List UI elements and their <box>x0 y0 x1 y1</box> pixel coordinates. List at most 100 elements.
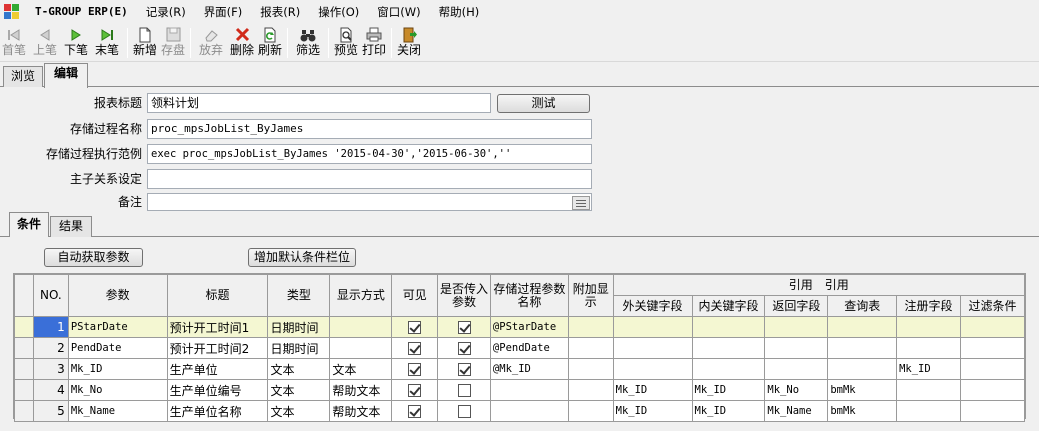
cell-visible[interactable] <box>391 358 439 380</box>
row-indicator[interactable] <box>14 316 34 338</box>
cell-inner-key[interactable] <box>691 337 766 359</box>
col-param-header[interactable]: 参数 <box>67 274 168 317</box>
menu-help[interactable]: 帮助(H) <box>430 1 489 23</box>
cell-display[interactable]: 帮助文本 <box>329 400 393 422</box>
cell-pass-param[interactable] <box>437 337 491 359</box>
menu-record[interactable]: 记录(R) <box>137 1 195 23</box>
cell-return-field[interactable]: Mk_Name <box>764 400 829 422</box>
tab-results[interactable]: 结果 <box>50 216 92 237</box>
cell-visible[interactable] <box>391 337 439 359</box>
new-button[interactable]: 新增 <box>131 24 159 62</box>
visible-checkbox[interactable] <box>408 405 422 418</box>
col-inner-key-header[interactable]: 内关键字段 <box>691 295 766 317</box>
visible-checkbox[interactable] <box>408 342 422 355</box>
col-foreign-key-header[interactable]: 外关键字段 <box>612 295 693 317</box>
col-query-table-header[interactable]: 查询表 <box>827 295 898 317</box>
tab-conditions[interactable]: 条件 <box>9 212 49 237</box>
menu-operation[interactable]: 操作(O) <box>309 1 368 23</box>
delete-button[interactable]: 删除 <box>228 24 256 62</box>
auto-get-params-button[interactable]: 自动获取参数 <box>44 248 143 267</box>
cell-return-field[interactable] <box>764 316 829 338</box>
cell-visible[interactable] <box>391 379 439 401</box>
cell-proc-param[interactable] <box>489 400 569 422</box>
menu-app[interactable]: T-GROUP ERP(E) <box>26 1 137 23</box>
cell-proc-param[interactable]: @Mk_ID <box>489 358 569 380</box>
cell-foreign-key[interactable]: Mk_ID <box>612 400 693 422</box>
cell-foreign-key[interactable] <box>612 358 693 380</box>
col-return-field-header[interactable]: 返回字段 <box>764 295 829 317</box>
cell-proc-param[interactable] <box>489 379 569 401</box>
cell-extra-display[interactable] <box>567 379 614 401</box>
cell-visible[interactable] <box>391 316 439 338</box>
cell-type[interactable]: 文本 <box>267 358 331 380</box>
cell-return-field[interactable]: Mk_No <box>764 379 829 401</box>
cell-extra-display[interactable] <box>567 316 614 338</box>
test-button[interactable]: 测试 <box>497 94 590 113</box>
cell-return-field[interactable] <box>764 358 829 380</box>
cell-register-field[interactable] <box>896 337 961 359</box>
col-type-header[interactable]: 类型 <box>267 274 331 317</box>
pass-param-checkbox[interactable] <box>457 342 471 355</box>
cell-title[interactable]: 生产单位编号 <box>166 379 269 401</box>
cell-param[interactable]: Mk_ID <box>67 358 168 380</box>
add-default-condition-button[interactable]: 增加默认条件栏位 <box>248 248 356 267</box>
table-row[interactable]: 5 Mk_Name 生产单位名称 文本 帮助文本 Mk_ID Mk_ID Mk_Name bmM… <box>14 400 1026 422</box>
cell-proc-param[interactable]: @PendDate <box>489 337 569 359</box>
table-row[interactable]: 1 PStarDate 预计开工时间1 日期时间 @PStarDate <box>14 316 1026 338</box>
row-indicator[interactable] <box>14 400 34 422</box>
proc-name-input[interactable]: proc_mpsJobList_ByJames <box>147 119 592 139</box>
menu-window[interactable]: 窗口(W) <box>368 1 429 23</box>
cell-return-field[interactable] <box>764 337 829 359</box>
cell-pass-param[interactable] <box>437 316 491 338</box>
cell-type[interactable]: 文本 <box>267 400 331 422</box>
cell-pass-param[interactable] <box>437 400 491 422</box>
cell-extra-display[interactable] <box>567 400 614 422</box>
master-detail-input[interactable] <box>147 169 592 189</box>
cell-inner-key[interactable]: Mk_ID <box>691 379 766 401</box>
cell-filter[interactable] <box>959 337 1026 359</box>
filter-button[interactable]: 筛选 <box>291 24 325 62</box>
cell-param[interactable]: PendDate <box>67 337 168 359</box>
remark-input[interactable] <box>147 193 592 211</box>
cell-type[interactable]: 文本 <box>267 379 331 401</box>
refresh-button[interactable]: 刷新 <box>256 24 284 62</box>
col-no-header[interactable]: NO. <box>32 274 69 317</box>
report-title-input[interactable]: 领料计划 <box>147 93 491 113</box>
menu-interface[interactable]: 界面(F) <box>195 1 252 23</box>
cell-register-field[interactable] <box>896 316 961 338</box>
cell-filter[interactable] <box>959 379 1026 401</box>
proc-example-input[interactable]: exec proc_mpsJobList_ByJames '2015-04-30… <box>147 144 592 164</box>
first-record-button[interactable]: 首笔 <box>0 24 28 62</box>
cell-foreign-key[interactable]: Mk_ID <box>612 379 693 401</box>
visible-checkbox[interactable] <box>408 363 422 376</box>
cell-title[interactable]: 生产单位名称 <box>166 400 269 422</box>
cell-title[interactable]: 生产单位 <box>166 358 269 380</box>
pass-param-checkbox[interactable] <box>457 321 471 334</box>
row-indicator[interactable] <box>14 337 34 359</box>
cell-proc-param[interactable]: @PStarDate <box>489 316 569 338</box>
preview-button[interactable]: 预览 <box>332 24 360 62</box>
col-filter-header[interactable]: 过滤条件 <box>959 295 1026 317</box>
print-button[interactable]: 打印 <box>360 24 388 62</box>
cell-filter[interactable] <box>959 358 1026 380</box>
discard-button[interactable]: 放弃 <box>194 24 228 62</box>
cell-inner-key[interactable] <box>691 358 766 380</box>
cell-type[interactable]: 日期时间 <box>267 316 331 338</box>
row-indicator[interactable] <box>14 358 34 380</box>
pass-param-checkbox[interactable] <box>457 363 471 376</box>
cell-title[interactable]: 预计开工时间1 <box>166 316 269 338</box>
cell-param[interactable]: Mk_Name <box>67 400 168 422</box>
cell-extra-display[interactable] <box>567 337 614 359</box>
cell-display[interactable] <box>329 337 393 359</box>
cell-query-table[interactable] <box>827 316 898 338</box>
col-pass-param-header[interactable]: 是否传入参数 <box>437 274 491 317</box>
cell-param[interactable]: Mk_No <box>67 379 168 401</box>
cell-query-table[interactable]: bmMk <box>827 400 898 422</box>
cell-register-field[interactable] <box>896 400 961 422</box>
cell-display[interactable]: 文本 <box>329 358 393 380</box>
memo-expand-button[interactable] <box>572 196 590 210</box>
cell-filter[interactable] <box>959 400 1026 422</box>
tab-edit[interactable]: 编辑 <box>44 63 88 88</box>
cell-register-field[interactable] <box>896 379 961 401</box>
col-display-header[interactable]: 显示方式 <box>329 274 393 317</box>
